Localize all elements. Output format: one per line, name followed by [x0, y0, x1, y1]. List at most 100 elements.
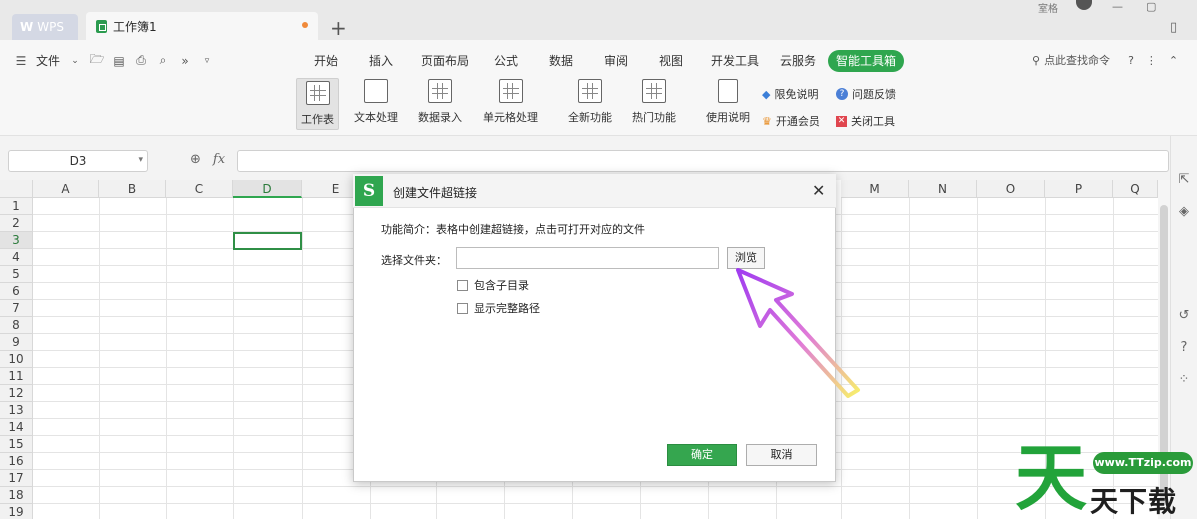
column-header-p[interactable]: P: [1045, 180, 1113, 198]
column-header-q[interactable]: Q: [1113, 180, 1158, 198]
row-header-16[interactable]: 16: [0, 453, 33, 470]
zoom-icon[interactable]: ⊕: [190, 152, 201, 167]
formula-input[interactable]: [237, 150, 1169, 172]
close-icon[interactable]: ✕: [812, 181, 825, 200]
row-header-3[interactable]: 3: [0, 232, 33, 249]
maximize-icon[interactable]: ▢: [1146, 0, 1156, 13]
save-icon[interactable]: ▤: [112, 54, 126, 68]
tab-6[interactable]: 视图: [642, 50, 700, 72]
fx-icon[interactable]: fx: [213, 152, 225, 167]
collapse-ribbon-icon[interactable]: ⌃: [1169, 54, 1178, 67]
help-circle-icon[interactable]: ?: [1176, 340, 1192, 356]
cell-processing-button[interactable]: 单元格处理: [483, 79, 538, 125]
row-header-7[interactable]: 7: [0, 300, 33, 317]
wps-home-tab[interactable]: W WPS: [12, 14, 78, 40]
history-icon[interactable]: ↺: [1176, 308, 1192, 324]
tab-2[interactable]: 页面布局: [410, 50, 480, 72]
row-header-2[interactable]: 2: [0, 215, 33, 232]
open-folder-icon[interactable]: 🗁: [90, 52, 105, 68]
open-member-label: 开通会员: [775, 115, 820, 128]
wps-sheet-logo-icon: S: [355, 176, 383, 206]
gridline: [99, 198, 100, 519]
tab-9[interactable]: 智能工具箱: [828, 50, 905, 72]
document-tab[interactable]: 工作簿1: [86, 12, 318, 40]
feedback-button[interactable]: ? 问题反馈: [836, 86, 896, 102]
include-subdirs-checkbox[interactable]: 包含子目录: [457, 277, 529, 293]
hamburger-menu-icon[interactable]: ☰: [14, 54, 28, 68]
customize-icon[interactable]: ▿: [200, 54, 214, 68]
column-header-b[interactable]: B: [99, 180, 166, 198]
row-header-10[interactable]: 10: [0, 351, 33, 368]
command-search[interactable]: ⚲ 点此查找命令 ? ⋮ ⌃: [1032, 52, 1178, 68]
column-header-a[interactable]: A: [33, 180, 99, 198]
active-cell[interactable]: [233, 232, 302, 250]
hot-features-label: 热门功能: [632, 111, 676, 124]
tab-0[interactable]: 开始: [300, 50, 352, 72]
tab-7[interactable]: 开发工具: [700, 50, 770, 72]
worksheet-button[interactable]: 工作表: [296, 78, 339, 130]
ok-button[interactable]: 确定: [667, 444, 737, 466]
tab-5[interactable]: 审阅: [590, 50, 642, 72]
tab-1[interactable]: 插入: [352, 50, 410, 72]
select-all-corner[interactable]: [0, 180, 33, 198]
checkbox-box[interactable]: [457, 302, 468, 314]
show-full-path-checkbox[interactable]: 显示完整路径: [457, 300, 540, 316]
wps-window: W WPS 工作簿1 + 室格 — ▢ ▯ ☰ 文件 ⌄ 🗁 ▤ ⎙ ⌕ » ▿…: [0, 0, 1197, 519]
free-info-button[interactable]: ◆ 限免说明: [762, 86, 818, 102]
text-processing-button[interactable]: 文本处理: [354, 79, 398, 125]
help-icon[interactable]: ?: [1128, 54, 1134, 67]
new-features-button[interactable]: 全新功能: [568, 79, 612, 125]
row-header-12[interactable]: 12: [0, 385, 33, 402]
row-header-4[interactable]: 4: [0, 249, 33, 266]
print-icon[interactable]: ⎙: [134, 53, 148, 68]
row-header-17[interactable]: 17: [0, 470, 33, 487]
user-name[interactable]: 室格: [1038, 0, 1058, 15]
hot-features-button[interactable]: 热门功能: [632, 79, 676, 125]
row-header-15[interactable]: 15: [0, 436, 33, 453]
row-header-6[interactable]: 6: [0, 283, 33, 300]
row-header-1[interactable]: 1: [0, 198, 33, 215]
row-header-11[interactable]: 11: [0, 368, 33, 385]
row-header-19[interactable]: 19: [0, 504, 33, 519]
include-subdirs-label: 包含子目录: [474, 279, 529, 292]
wps-logo-icon: W: [20, 20, 34, 34]
column-header-n[interactable]: N: [909, 180, 977, 198]
more-icon[interactable]: »: [178, 54, 192, 68]
column-header-d[interactable]: D: [233, 180, 302, 198]
row-header-14[interactable]: 14: [0, 419, 33, 436]
checkbox-box[interactable]: [457, 279, 468, 291]
sidebar-toggle-icon[interactable]: ▯: [1170, 20, 1177, 35]
tab-8[interactable]: 云服务: [770, 50, 826, 72]
data-entry-button[interactable]: 数据录入: [418, 79, 462, 125]
pointer-icon[interactable]: ⇱: [1176, 172, 1192, 188]
row-header-13[interactable]: 13: [0, 402, 33, 419]
open-member-button[interactable]: ♛ 开通会员: [762, 113, 820, 129]
cancel-button[interactable]: 取消: [746, 444, 817, 466]
chevron-down-icon[interactable]: ⌄: [68, 54, 82, 68]
column-header-m[interactable]: M: [841, 180, 909, 198]
watermark-url: www.TTzip.com: [1093, 452, 1193, 474]
print-preview-icon[interactable]: ⌕: [156, 53, 170, 68]
hot-features-icon: [642, 79, 666, 103]
file-menu[interactable]: 文件: [36, 52, 60, 69]
tab-4[interactable]: 数据: [532, 50, 590, 72]
row-header-9[interactable]: 9: [0, 334, 33, 351]
row-header-8[interactable]: 8: [0, 317, 33, 334]
column-header-c[interactable]: C: [166, 180, 233, 198]
shapes-icon[interactable]: ◈: [1176, 204, 1192, 220]
column-header-o[interactable]: O: [977, 180, 1045, 198]
name-box[interactable]: D3 ▾: [8, 150, 148, 172]
row-header-18[interactable]: 18: [0, 487, 33, 504]
chevron-down-icon[interactable]: ▾: [138, 155, 143, 165]
minimize-icon[interactable]: —: [1112, 0, 1123, 13]
spreadsheet-icon: [96, 19, 107, 33]
row-header-5[interactable]: 5: [0, 266, 33, 283]
close-tool-button[interactable]: ✕ 关闭工具: [836, 113, 895, 129]
folder-path-input[interactable]: [456, 247, 719, 269]
new-features-label: 全新功能: [568, 111, 612, 124]
tab-3[interactable]: 公式: [480, 50, 532, 72]
more-options-icon[interactable]: ⋮: [1146, 54, 1157, 67]
usage-guide-button[interactable]: 使用说明: [706, 79, 750, 125]
apps-icon[interactable]: ⁘: [1176, 372, 1192, 388]
new-tab-button[interactable]: +: [330, 16, 347, 40]
